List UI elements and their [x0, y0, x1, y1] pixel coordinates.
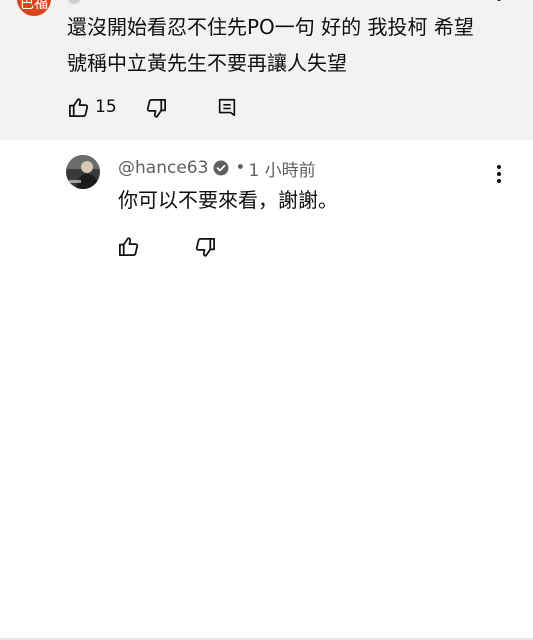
thumbs-up-icon[interactable] [117, 235, 140, 258]
timestamp: 1 小時前 [248, 160, 316, 181]
header-separator: • [235, 158, 246, 178]
comment-text-line: 還沒開始看忍不住先PO一句 好的 我投柯 希望 [67, 15, 474, 39]
thumbs-down-icon[interactable] [145, 97, 168, 120]
avatar[interactable] [66, 155, 100, 189]
comment-text: 還沒開始看忍不住先PO一句 好的 我投柯 希望 號稱中立黃先生不要再讓人失望 [67, 9, 507, 81]
comment-text: 你可以不要來看，謝謝。 [118, 188, 338, 212]
more-vert-icon[interactable] [492, 164, 506, 184]
comment-actions: 15 [64, 94, 264, 120]
parent-comment: 巴福 還沒開始看忍不住先PO一句 好的 我投柯 希望 號稱中立黃先生不要再讓人失… [0, 0, 533, 140]
like-count: 15 [95, 97, 117, 117]
thumbs-up-icon[interactable] [67, 96, 90, 119]
channel-handle[interactable]: @hance63 [118, 158, 208, 178]
comment-text-line: 號稱中立黃先生不要再讓人失望 [67, 51, 347, 75]
reply-comment: @hance63 • 1 小時前 你可以不要來看，謝謝。 [0, 155, 533, 275]
comment-actions [115, 233, 235, 259]
verified-icon [213, 160, 229, 176]
more-vert-icon[interactable] [492, 0, 506, 8]
reply-comment-icon[interactable] [216, 97, 238, 119]
avatar-image [66, 155, 100, 189]
avatar-text: 巴福 [20, 0, 48, 12]
parent-header-partial [68, 0, 80, 4]
reply-header: @hance63 • 1 小時前 [118, 157, 316, 181]
avatar[interactable]: 巴福 [17, 0, 51, 16]
thumbs-down-icon[interactable] [194, 236, 217, 259]
